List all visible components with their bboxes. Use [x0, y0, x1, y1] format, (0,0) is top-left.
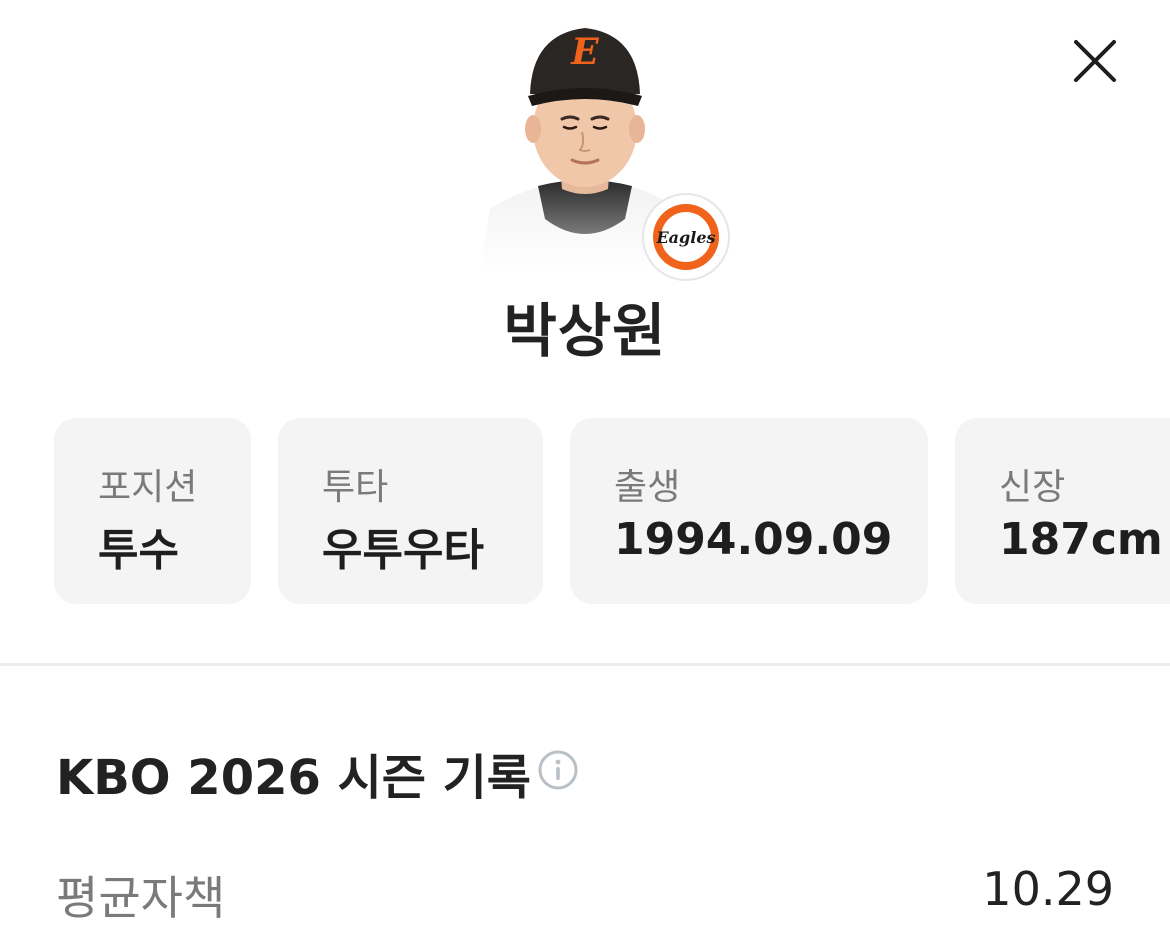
stat-label-era: 평균자책: [56, 871, 226, 925]
position-label: 포지션: [98, 467, 198, 508]
season-record-title: KBO 2026 시즌 기록: [56, 750, 531, 806]
height-value: 187cm: [999, 514, 1163, 565]
info-card-handedness: 투타 우투우타: [278, 418, 543, 604]
info-card-position: 포지션 투수: [54, 418, 251, 604]
birth-value: 1994.09.09: [614, 514, 893, 565]
info-icon: [538, 750, 578, 790]
handedness-value: 우투우타: [322, 525, 484, 576]
player-profile-sheet: E Eagles 박상원 포지션 투수 투타 우투우타 출생 1994.09.0…: [0, 0, 1170, 935]
section-divider: [0, 663, 1170, 666]
team-logo-badge: Eagles: [642, 193, 730, 281]
close-icon: [1074, 40, 1116, 82]
info-card-birth: 출생 1994.09.09: [570, 418, 928, 604]
handedness-label: 투타: [322, 467, 389, 508]
team-logo-text: Eagles: [655, 228, 715, 247]
info-button[interactable]: [537, 749, 579, 791]
birth-label: 출생: [614, 467, 681, 508]
eagles-logo-icon: Eagles: [653, 204, 719, 270]
svg-text:E: E: [570, 31, 599, 73]
player-name: 박상원: [503, 297, 667, 365]
close-button[interactable]: [1068, 34, 1122, 88]
stat-value-era: 10.29: [982, 862, 1114, 916]
info-card-height: 신장 187cm: [955, 418, 1170, 604]
height-label: 신장: [999, 467, 1066, 508]
position-value: 투수: [98, 525, 179, 576]
